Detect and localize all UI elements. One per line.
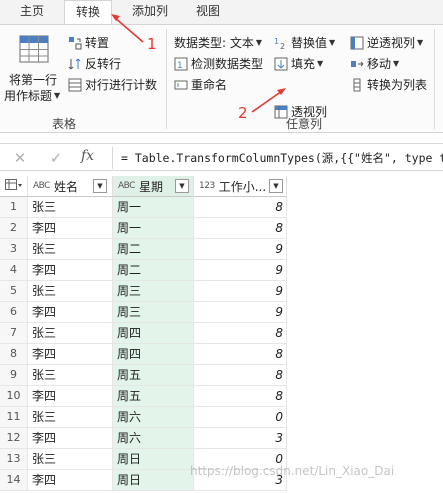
column-filter-dropdown[interactable]: ▼: [93, 179, 107, 193]
cell-weekday[interactable]: 周四: [113, 344, 194, 365]
cell-hours[interactable]: 9: [194, 302, 287, 323]
number-type-icon: 123: [199, 181, 215, 191]
cell-weekday[interactable]: 周六: [113, 407, 194, 428]
row-number[interactable]: 11: [0, 407, 28, 428]
table-menu-icon: [4, 178, 23, 194]
table-row[interactable]: 1 张三 周一 8: [0, 197, 443, 218]
cell-hours[interactable]: 9: [194, 281, 287, 302]
table-row[interactable]: 4 李四 周二 9: [0, 260, 443, 281]
annotation-marker-2: 2: [238, 104, 248, 122]
cell-hours[interactable]: 8: [194, 365, 287, 386]
cell-name[interactable]: 李四: [28, 344, 113, 365]
row-number[interactable]: 12: [0, 428, 28, 449]
table-row[interactable]: 10 李四 周五 8: [0, 386, 443, 407]
row-number[interactable]: 4: [0, 260, 28, 281]
annotation-marker-1: 1: [147, 35, 157, 53]
cell-weekday[interactable]: 周五: [113, 365, 194, 386]
column-header-hours[interactable]: 123 工作小... ▼: [194, 176, 287, 197]
row-number[interactable]: 13: [0, 449, 28, 470]
column-filter-dropdown[interactable]: ▼: [175, 179, 189, 193]
table-menu-button[interactable]: [0, 176, 28, 197]
cell-hours[interactable]: 9: [194, 260, 287, 281]
cell-hours[interactable]: 3: [194, 428, 287, 449]
cell-name[interactable]: 李四: [28, 428, 113, 449]
column-header-label: 工作小...: [218, 179, 267, 194]
cell-name[interactable]: 张三: [28, 407, 113, 428]
column-header-label: 星期: [138, 179, 163, 194]
fx-icon[interactable]: fx: [81, 148, 94, 164]
row-number[interactable]: 5: [0, 281, 28, 302]
table-row[interactable]: 12 李四 周六 3: [0, 428, 443, 449]
text-type-icon: ABC: [118, 181, 135, 191]
cancel-formula-button[interactable]: ✕: [10, 148, 30, 168]
cell-name[interactable]: 张三: [28, 449, 113, 470]
column-header-label: 姓名: [53, 179, 78, 194]
cell-name[interactable]: 李四: [28, 218, 113, 239]
row-number[interactable]: 3: [0, 239, 28, 260]
row-number[interactable]: 10: [0, 386, 28, 407]
cell-name[interactable]: 张三: [28, 281, 113, 302]
cell-weekday[interactable]: 周六: [113, 428, 194, 449]
row-number[interactable]: 6: [0, 302, 28, 323]
table-row[interactable]: 5 张三 周三 9: [0, 281, 443, 302]
row-number[interactable]: 9: [0, 365, 28, 386]
table-row[interactable]: 7 张三 周四 8: [0, 323, 443, 344]
cell-weekday[interactable]: 周日: [113, 470, 194, 491]
cell-name[interactable]: 李四: [28, 386, 113, 407]
table-row[interactable]: 8 李四 周四 8: [0, 344, 443, 365]
row-number[interactable]: 2: [0, 218, 28, 239]
cell-name[interactable]: 张三: [28, 239, 113, 260]
text-type-icon: ABC: [33, 181, 50, 191]
table-row[interactable]: 11 张三 周六 0: [0, 407, 443, 428]
cell-weekday[interactable]: 周四: [113, 323, 194, 344]
cell-weekday[interactable]: 周三: [113, 302, 194, 323]
cell-hours[interactable]: 8: [194, 218, 287, 239]
table-row[interactable]: 9 张三 周五 8: [0, 365, 443, 386]
annotation-arrows: [111, 14, 286, 113]
confirm-formula-button[interactable]: ✓: [46, 148, 66, 168]
cell-name[interactable]: 李四: [28, 302, 113, 323]
row-number[interactable]: 7: [0, 323, 28, 344]
cell-name[interactable]: 李四: [28, 470, 113, 491]
table-row[interactable]: 3 张三 周二 9: [0, 239, 443, 260]
cell-hours[interactable]: 8: [194, 386, 287, 407]
row-number[interactable]: 14: [0, 470, 28, 491]
row-number[interactable]: 1: [0, 197, 28, 218]
cell-name[interactable]: 张三: [28, 365, 113, 386]
cell-hours[interactable]: 8: [194, 197, 287, 218]
table-row[interactable]: 2 李四 周一 8: [0, 218, 443, 239]
cell-name[interactable]: 张三: [28, 197, 113, 218]
cell-weekday[interactable]: 周二: [113, 260, 194, 281]
watermark: https://blog.csdn.net/Lin_Xiao_Dai: [190, 464, 395, 478]
cell-weekday[interactable]: 周日: [113, 449, 194, 470]
formula-input[interactable]: = Table.TransformColumnTypes(源,{{"姓名", t…: [112, 147, 443, 169]
cell-weekday[interactable]: 周二: [113, 239, 194, 260]
row-number[interactable]: 8: [0, 344, 28, 365]
cell-name[interactable]: 李四: [28, 260, 113, 281]
cell-hours[interactable]: 8: [194, 323, 287, 344]
formula-bar: ✕ ✓ fx = Table.TransformColumnTypes(源,{{…: [0, 143, 443, 171]
cell-weekday[interactable]: 周三: [113, 281, 194, 302]
cell-weekday[interactable]: 周一: [113, 218, 194, 239]
column-header-weekday[interactable]: ABC 星期 ▼: [113, 176, 194, 197]
column-filter-dropdown[interactable]: ▼: [269, 179, 283, 193]
cell-weekday[interactable]: 周五: [113, 386, 194, 407]
column-header-name[interactable]: ABC 姓名 ▼: [28, 176, 113, 197]
cell-hours[interactable]: 9: [194, 239, 287, 260]
table-row[interactable]: 6 李四 周三 9: [0, 302, 443, 323]
cell-weekday[interactable]: 周一: [113, 197, 194, 218]
cell-hours[interactable]: 0: [194, 407, 287, 428]
cell-hours[interactable]: 8: [194, 344, 287, 365]
cell-name[interactable]: 张三: [28, 323, 113, 344]
